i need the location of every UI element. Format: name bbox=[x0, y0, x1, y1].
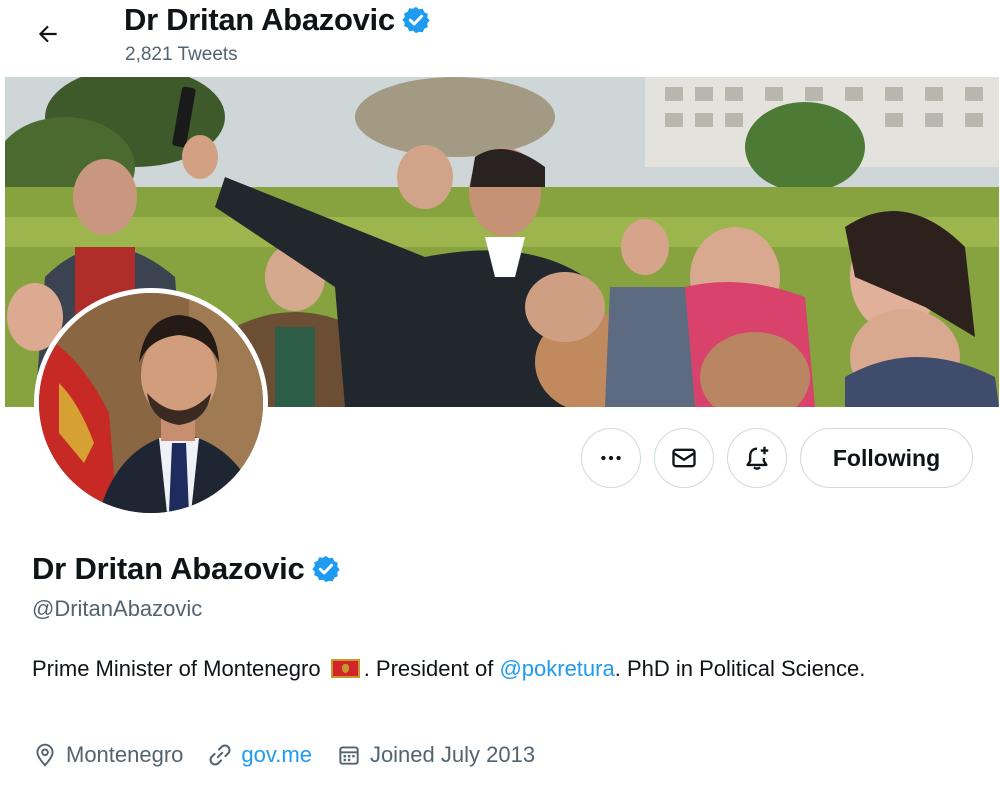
website-link[interactable]: gov.me bbox=[241, 742, 312, 768]
location-item: Montenegro bbox=[32, 742, 183, 768]
avatar-photo bbox=[39, 293, 263, 513]
profile-avatar[interactable] bbox=[34, 288, 268, 518]
avatar-portrait-illustration bbox=[39, 293, 263, 513]
message-button[interactable] bbox=[654, 428, 714, 488]
profile-bio: Prime Minister of Montenegro . President… bbox=[32, 652, 932, 686]
profile-meta-row: Montenegro gov.me Joined July 2013 bbox=[32, 738, 559, 772]
tweet-count: 2,821 Tweets bbox=[125, 44, 238, 65]
more-horizontal-icon bbox=[601, 455, 621, 461]
back-button[interactable] bbox=[28, 14, 68, 54]
joined-text: Joined July 2013 bbox=[369, 742, 536, 767]
header-name-row: Dr Dritan Abazovic bbox=[124, 2, 431, 38]
mail-icon bbox=[672, 448, 696, 468]
montenegro-flag-icon bbox=[330, 659, 360, 678]
verified-badge-icon bbox=[402, 6, 430, 34]
website-item[interactable]: gov.me bbox=[207, 742, 312, 768]
bio-text-part1: Prime Minister of Montenegro bbox=[32, 656, 321, 681]
joined-item: Joined July 2013 bbox=[336, 742, 535, 768]
bio-text-part3: . PhD in Political Science. bbox=[614, 656, 866, 681]
profile-header-bar: Dr Dritan Abazovic 2,821 Tweets bbox=[0, 0, 1000, 77]
location-text: Montenegro bbox=[66, 742, 184, 767]
bell-plus-icon bbox=[746, 446, 769, 470]
profile-name-row: Dr Dritan Abazovic bbox=[32, 548, 341, 590]
arrow-left-icon bbox=[38, 25, 57, 43]
following-button[interactable]: Following bbox=[800, 428, 973, 488]
calendar-icon bbox=[339, 746, 359, 765]
more-options-button[interactable] bbox=[581, 428, 641, 488]
profile-handle: @DritanAbazovic bbox=[32, 596, 203, 621]
link-icon bbox=[209, 744, 231, 766]
bio-mention-link[interactable]: @pokretura bbox=[499, 656, 614, 681]
bio-text-part2: . President of bbox=[363, 656, 500, 681]
verified-badge-icon[interactable] bbox=[311, 554, 341, 584]
location-pin-icon bbox=[36, 743, 54, 767]
notifications-button[interactable] bbox=[727, 428, 787, 488]
profile-name: Dr Dritan Abazovic bbox=[32, 551, 305, 586]
header-name: Dr Dritan Abazovic bbox=[124, 2, 395, 37]
